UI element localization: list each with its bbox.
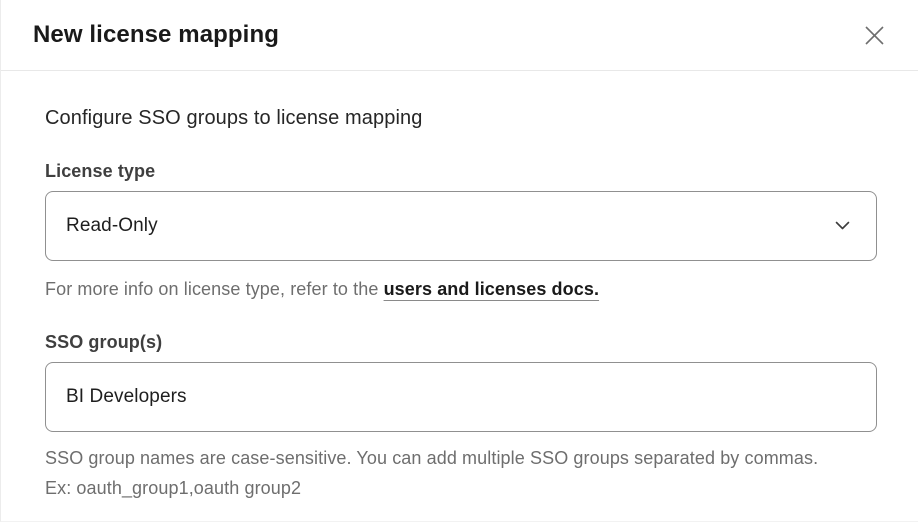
users-and-licenses-docs-link[interactable]: users and licenses docs.: [384, 279, 600, 299]
modal-title: New license mapping: [33, 21, 279, 49]
form-heading: Configure SSO groups to license mapping: [45, 107, 877, 130]
sso-groups-label: SSO group(s): [45, 332, 877, 353]
modal-body: Configure SSO groups to license mapping …: [1, 71, 918, 521]
sso-groups-field-wrapper: [45, 362, 877, 432]
license-type-help-plain: For more info on license type, refer to …: [45, 279, 384, 299]
sso-groups-help-text: SSO group names are case-sensitive. You …: [45, 443, 837, 503]
license-type-help-text: For more info on license type, refer to …: [45, 274, 877, 304]
new-license-mapping-modal: New license mapping Configure SSO groups…: [1, 0, 918, 521]
license-type-label: License type: [45, 161, 877, 182]
close-icon: [863, 24, 886, 47]
license-type-select[interactable]: Read-Only: [45, 191, 877, 261]
close-button[interactable]: [860, 21, 888, 49]
modal-header: New license mapping: [1, 0, 918, 71]
sso-groups-input[interactable]: [46, 363, 876, 431]
license-type-selected-value: Read-Only: [46, 215, 158, 237]
chevron-down-icon: [835, 221, 850, 231]
